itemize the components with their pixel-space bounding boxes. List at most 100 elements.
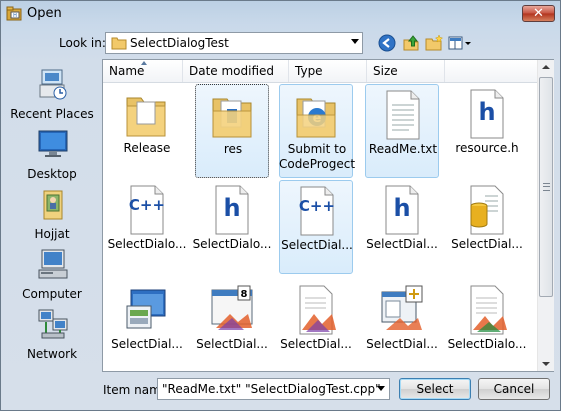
vs-doc-icon [299,285,336,335]
file-item[interactable]: SelectDial... [279,280,353,374]
file-item[interactable]: SelectDial... [450,180,524,274]
chevron-down-icon[interactable] [377,386,385,391]
column-header: Name Date modified Type Size [103,60,537,83]
file-item[interactable]: Release [110,84,184,178]
place-network[interactable]: Network [7,307,97,363]
place-desktop[interactable]: Desktop [7,127,97,183]
svg-text:8: 8 [241,289,248,300]
place-computer[interactable]: Computer [7,247,97,303]
desktop-icon [38,130,68,157]
place-recent-places[interactable]: Recent Places [7,67,97,123]
h-icon: h [385,185,419,235]
close-button[interactable]: ✕ [522,5,555,22]
svg-text:C++: C++ [129,196,165,214]
file-name: SelectDial... [366,237,438,251]
column-type[interactable]: Type [289,60,367,82]
select-button[interactable]: Select [399,378,471,400]
view-menu-icon[interactable] [447,34,473,52]
place-label: Recent Places [10,107,94,121]
text-icon [386,90,420,140]
h-icon: h [470,89,504,139]
file-name: SelectDial... [366,337,438,351]
file-name: resource.h [455,141,519,155]
item-name-field[interactable]: "ReadMe.txt" "SelectDialogTest.cpp" [157,378,390,400]
place-label: Desktop [27,167,77,181]
svg-text:C++: C++ [299,197,335,215]
file-item[interactable]: SelectDial... [110,280,184,374]
folder-icon [126,97,166,137]
place-hojjat[interactable]: Hojjat [7,187,97,243]
scroll-thumb[interactable] [539,77,553,297]
new-folder-icon[interactable] [425,34,443,52]
chevron-down-icon [351,39,359,44]
file-name: res [223,142,243,156]
file-name: Submit to CodeProgect [278,142,356,171]
db-icon [470,185,504,235]
computer-icon [38,249,68,279]
file-item[interactable]: C++ SelectDial... [279,180,353,274]
svg-text:H: H [13,13,17,19]
column-size[interactable]: Size [367,60,445,82]
user-folder-icon [43,190,63,220]
file-name: SelectDial... [111,337,183,351]
file-name: SelectDial... [451,237,523,251]
place-label: Network [26,347,78,361]
cpp-icon: C++ [299,186,335,236]
file-name: SelectDial... [280,337,352,351]
folder-ie-icon: e [296,98,336,138]
file-name: ReadMe.txt [368,142,438,156]
lookin-label: Look in: [59,36,106,50]
layout-icon [381,285,423,330]
folder-doc-icon [212,98,252,138]
window-title: Open [27,6,62,21]
place-label: Hojjat [34,227,70,241]
folder-icon [111,37,127,50]
file-item[interactable]: h SelectDialo... [193,180,271,274]
svg-text:h: h [478,98,495,126]
svg-text:h: h [393,194,410,222]
lookin-value: SelectDialogTest [130,36,229,50]
column-date-modified[interactable]: Date modified [183,60,289,82]
open-dialog: H Open ✕ Look in: SelectDialogTest Recen… [0,0,561,411]
file-name: SelectDialo... [107,237,187,251]
file-name: SelectDial... [196,337,268,351]
file-name: SelectDialo... [447,337,527,351]
file-item[interactable]: h resource.h [450,84,524,178]
vertical-scrollbar[interactable] [537,60,554,371]
file-name: Release [123,141,171,155]
recent-places-icon [39,69,67,100]
file-item[interactable]: 8 SelectDial... [195,280,269,374]
file-name: SelectDial... [281,238,353,252]
title-bar[interactable]: H Open ✕ [1,1,560,27]
cpp-icon: C++ [129,185,165,235]
file-item[interactable]: SelectDialo... [448,280,526,374]
file-list[interactable]: Name Date modified Type Size Release res e… [102,59,554,372]
svg-text:h: h [223,194,240,222]
dialog-icon: 8 [211,285,253,330]
scroll-up-icon[interactable] [542,65,550,69]
app-window-icon [126,289,166,329]
file-item[interactable]: res [195,84,269,178]
back-icon[interactable] [378,34,396,52]
lookin-dropdown[interactable]: SelectDialogTest [105,32,363,54]
close-icon: ✕ [533,6,544,21]
column-name[interactable]: Name [103,60,183,82]
file-item[interactable]: h SelectDial... [365,180,439,274]
scroll-down-icon[interactable] [542,362,550,366]
places-bar: Recent Places Desktop Hojjat Computer Ne… [7,61,97,371]
vs-doc2-icon [470,285,507,335]
app-icon: H [6,6,22,21]
sort-arrow-icon [141,61,147,65]
place-label: Computer [22,287,82,301]
file-item[interactable]: ReadMe.txt [365,84,439,178]
file-item[interactable]: C++ SelectDialo... [108,180,186,274]
up-folder-icon[interactable] [402,34,420,52]
network-icon [38,309,68,339]
file-item[interactable]: SelectDial... [365,280,439,374]
grip-icon [543,183,550,191]
file-item[interactable]: e Submit to CodeProgect [279,84,355,178]
file-name: SelectDialo... [192,237,272,251]
cancel-button[interactable]: Cancel [478,378,550,400]
h-icon: h [215,185,249,235]
item-name-value: "ReadMe.txt" "SelectDialogTest.cpp" [162,382,381,396]
